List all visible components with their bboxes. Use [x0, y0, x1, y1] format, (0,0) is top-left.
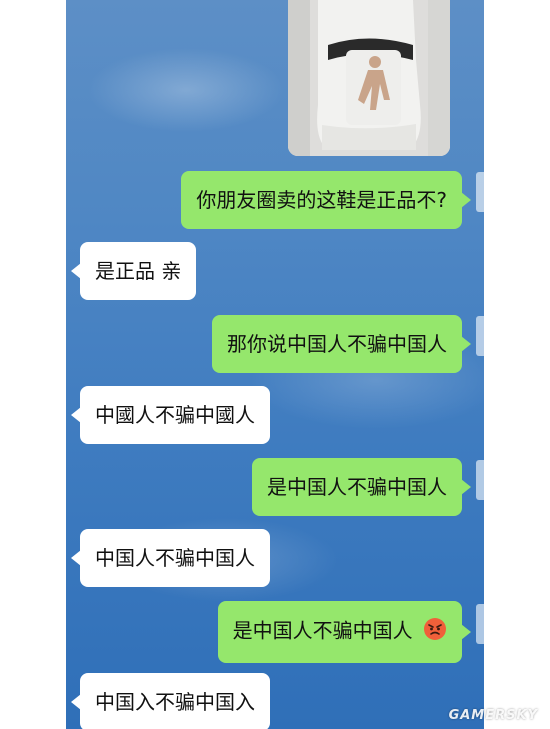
watermark: GAMERSKY	[448, 708, 538, 723]
message-text: 那你说中国人不骗中国人	[227, 332, 447, 356]
sent-message-bubble[interactable]: 是中国人不骗中国人	[252, 458, 471, 516]
message-text: 是中国人不骗中国人	[267, 475, 447, 499]
avatar[interactable]	[476, 316, 484, 356]
sent-message-bubble[interactable]: 那你说中国人不骗中国人	[212, 315, 471, 373]
message-text: 中国人不骗中国人	[95, 546, 255, 570]
received-message-bubble[interactable]: 中国人不骗中国人	[71, 529, 270, 587]
message-text: 中国入不骗中国入	[95, 690, 255, 714]
sent-message-bubble[interactable]: 你朋友圈卖的这鞋是正品不?	[181, 171, 471, 229]
angry-face-icon	[423, 617, 447, 647]
message-text: 你朋友圈卖的这鞋是正品不?	[196, 188, 447, 212]
shoe-image	[288, 0, 450, 156]
avatar[interactable]	[476, 460, 484, 500]
received-message-bubble[interactable]: 中国入不骗中国入	[71, 673, 270, 729]
message-text: 是正品 亲	[95, 259, 182, 283]
received-message-bubble[interactable]: 中國人不骗中國人	[71, 386, 270, 444]
message-text: 中國人不骗中國人	[95, 403, 255, 427]
shoe-photo-message[interactable]	[288, 0, 450, 156]
chat-window: 你朋友圈卖的这鞋是正品不? 是正品 亲 那你说中国人不骗中国人 中國人不骗中國人…	[66, 0, 484, 729]
avatar[interactable]	[476, 172, 484, 212]
sent-message-bubble[interactable]: 是中国人不骗中国人	[217, 601, 472, 663]
received-message-bubble[interactable]: 是正品 亲	[70, 242, 197, 300]
message-text: 是中国人不骗中国人	[232, 618, 413, 643]
avatar[interactable]	[476, 604, 484, 644]
